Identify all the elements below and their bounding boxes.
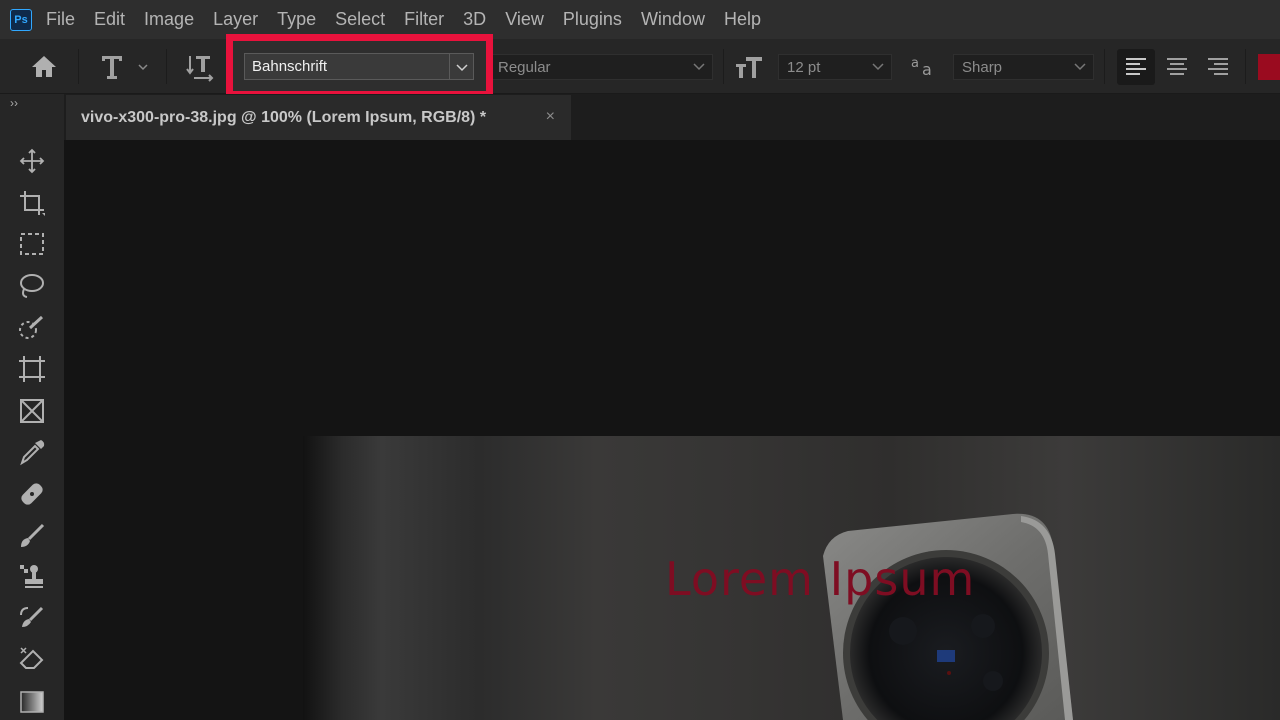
marquee-tool[interactable] <box>16 228 48 260</box>
font-family-dropdown[interactable]: Bahnschrift <box>244 53 474 80</box>
document-tab-title: vivo-x300-pro-38.jpg @ 100% (Lorem Ipsum… <box>81 108 487 126</box>
font-style-dropdown[interactable]: Regular <box>489 54 713 80</box>
history-brush-tool[interactable] <box>16 603 48 635</box>
align-left-icon <box>1126 58 1146 75</box>
gradient-tool[interactable] <box>16 686 48 718</box>
text-layer[interactable]: Lorem Ipsum <box>665 552 975 606</box>
align-left-button[interactable] <box>1117 49 1155 85</box>
options-bar: Regular 12 pt aa Sharp <box>0 39 1280 94</box>
eraser-icon <box>19 647 44 669</box>
frame-tool[interactable] <box>16 395 48 427</box>
healing-tool[interactable] <box>16 478 48 510</box>
align-right-button[interactable] <box>1199 49 1237 85</box>
type-tool-icon[interactable] <box>100 53 150 86</box>
menu-type[interactable]: Type <box>277 9 316 30</box>
menu-3d[interactable]: 3D <box>463 9 486 30</box>
move-icon <box>19 148 45 174</box>
clone-stamp-tool[interactable] <box>16 561 48 593</box>
menu-view[interactable]: View <box>505 9 544 30</box>
text-color-swatch[interactable] <box>1258 54 1280 80</box>
font-family-chevron[interactable] <box>449 54 473 79</box>
document-tab-bar: vivo-x300-pro-38.jpg @ 100% (Lorem Ipsum… <box>64 94 1280 140</box>
antialias-value: Sharp <box>962 58 1003 76</box>
chevron-down-icon <box>1074 63 1086 71</box>
quick-select-tool[interactable] <box>16 312 48 344</box>
stamp-icon <box>20 565 43 588</box>
close-tab-icon[interactable]: × <box>546 108 555 126</box>
eraser-tool[interactable] <box>16 644 48 676</box>
antialias-dropdown[interactable]: Sharp <box>953 54 1094 80</box>
menu-image[interactable]: Image <box>144 9 194 30</box>
quick-select-icon <box>19 315 44 339</box>
crop-tool[interactable] <box>16 187 48 219</box>
antialias-icon: aa <box>910 54 938 83</box>
artboard-tool[interactable] <box>16 353 48 385</box>
toggle-orientation-icon[interactable] <box>186 52 216 87</box>
menu-file[interactable]: File <box>46 9 75 30</box>
svg-text:a: a <box>922 60 932 78</box>
align-center-icon <box>1167 58 1187 75</box>
font-size-dropdown[interactable]: 12 pt <box>778 54 892 80</box>
menu-edit[interactable]: Edit <box>94 9 125 30</box>
crop-icon <box>20 191 45 216</box>
menu-window[interactable]: Window <box>641 9 705 30</box>
home-icon[interactable] <box>30 53 58 84</box>
brush-tool[interactable] <box>16 520 48 552</box>
brush-icon <box>21 523 45 547</box>
chevron-down-icon <box>693 63 705 71</box>
toolbar-collapse-button[interactable]: ›› <box>10 96 18 110</box>
chevron-down-icon <box>455 63 468 71</box>
svg-text:a: a <box>911 56 919 71</box>
frame-icon <box>19 356 45 382</box>
menu-help[interactable]: Help <box>724 9 761 30</box>
eyedropper-tool[interactable] <box>16 436 48 468</box>
gradient-icon <box>20 691 44 713</box>
font-style-value: Regular <box>498 58 551 76</box>
eyedropper-icon <box>20 440 45 466</box>
history-brush-icon <box>20 606 44 627</box>
lasso-icon <box>20 274 44 298</box>
menu-filter[interactable]: Filter <box>404 9 444 30</box>
font-size-value: 12 pt <box>787 58 821 76</box>
healing-icon <box>21 483 43 505</box>
frame-x-icon <box>20 399 44 423</box>
chevron-down-icon <box>872 63 884 71</box>
align-right-icon <box>1208 58 1228 75</box>
menu-select[interactable]: Select <box>335 9 385 30</box>
photoshop-logo[interactable]: Ps <box>10 8 32 31</box>
font-family-value: Bahnschrift <box>252 58 328 75</box>
document-tab[interactable]: vivo-x300-pro-38.jpg @ 100% (Lorem Ipsum… <box>66 95 571 140</box>
font-size-icon <box>734 54 764 85</box>
menu-layer[interactable]: Layer <box>213 9 258 30</box>
marquee-icon <box>20 233 44 255</box>
lasso-tool[interactable] <box>16 270 48 302</box>
move-tool[interactable] <box>16 145 48 177</box>
menu-plugins[interactable]: Plugins <box>563 9 622 30</box>
menu-bar: Ps File Edit Image Layer Type Select Fil… <box>0 0 1280 39</box>
align-center-button[interactable] <box>1158 49 1196 85</box>
